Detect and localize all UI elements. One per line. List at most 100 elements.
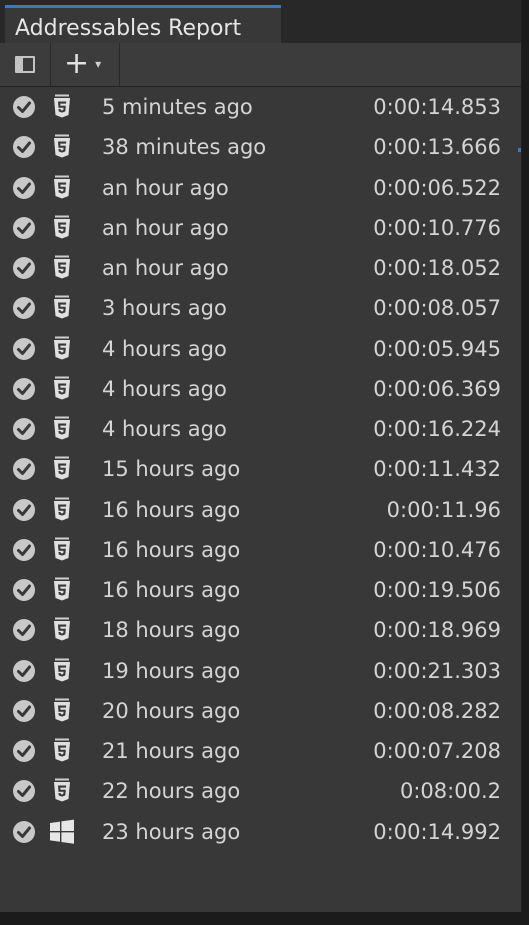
report-time-ago: 16 hours ago [102, 497, 241, 522]
report-time-ago: 4 hours ago [102, 376, 227, 401]
html5-icon [48, 335, 76, 363]
checkmark-circle-icon [12, 538, 36, 562]
report-row[interactable]: 5 minutes ago 0:00:14.853 [0, 87, 521, 127]
checkmark-circle-icon [12, 176, 36, 200]
checkmark-circle-icon [12, 578, 36, 602]
report-time-ago: 21 hours ago [102, 739, 241, 764]
html5-icon [48, 455, 76, 483]
report-time-ago: an hour ago [102, 175, 229, 200]
html5-icon [48, 697, 76, 725]
report-time-ago: 38 minutes ago [102, 135, 267, 160]
report-duration: 0:00:08.282 [373, 698, 501, 723]
report-duration: 0:00:13.666 [373, 135, 501, 160]
html5-icon [48, 254, 76, 282]
html5-icon [48, 737, 76, 765]
checkmark-circle-icon [12, 659, 36, 683]
report-duration: 0:00:10.476 [373, 537, 501, 562]
checkmark-circle-icon [12, 739, 36, 763]
report-row[interactable]: 16 hours ago 0:00:19.506 [0, 570, 521, 610]
report-row[interactable]: an hour ago 0:00:06.522 [0, 168, 521, 208]
report-row[interactable]: 23 hours ago 0:00:14.992 [0, 812, 521, 852]
report-row[interactable]: 4 hours ago 0:00:16.224 [0, 409, 521, 449]
sidebar-panel-icon [15, 55, 35, 73]
checkmark-circle-icon [12, 417, 36, 441]
report-row[interactable]: 15 hours ago 0:00:11.432 [0, 449, 521, 489]
report-duration: 0:00:11.96 [386, 497, 501, 522]
checkmark-circle-icon [12, 699, 36, 723]
report-time-ago: an hour ago [102, 256, 229, 281]
tab-addressables-report[interactable]: Addressables Report [5, 5, 281, 43]
addressables-report-window: Addressables Report + ▾ 5 minutes ago 0:0… [0, 0, 522, 912]
toolbar-divider [119, 43, 120, 86]
checkmark-circle-icon [12, 618, 36, 642]
report-row[interactable]: 20 hours ago 0:00:08.282 [0, 691, 521, 731]
checkmark-circle-icon [12, 337, 36, 361]
toolbar: + ▾ [0, 43, 521, 87]
window-title: Addressables Report [15, 16, 242, 41]
report-row[interactable]: 21 hours ago 0:00:07.208 [0, 731, 521, 771]
checkmark-circle-icon [12, 256, 36, 280]
report-duration: 0:00:18.969 [373, 618, 501, 643]
report-duration: 0:00:19.506 [373, 578, 501, 603]
report-row[interactable]: 16 hours ago 0:00:10.476 [0, 530, 521, 570]
report-row[interactable]: an hour ago 0:00:18.052 [0, 248, 521, 288]
html5-icon [48, 415, 76, 443]
report-duration: 0:00:16.224 [373, 417, 501, 442]
report-time-ago: 16 hours ago [102, 578, 241, 603]
html5-icon [48, 576, 76, 604]
report-row[interactable]: an hour ago 0:00:10.776 [0, 208, 521, 248]
checkmark-circle-icon [12, 498, 36, 522]
report-time-ago: 4 hours ago [102, 417, 227, 442]
checkmark-circle-icon [12, 135, 36, 159]
report-row[interactable]: 4 hours ago 0:00:05.945 [0, 329, 521, 369]
windows-icon [48, 818, 76, 846]
report-time-ago: 4 hours ago [102, 336, 227, 361]
checkmark-circle-icon [12, 95, 36, 119]
html5-icon [48, 93, 76, 121]
report-duration: 0:00:21.303 [373, 658, 501, 683]
html5-icon [48, 536, 76, 564]
report-duration: 0:00:18.052 [373, 256, 501, 281]
add-report-dropdown-button[interactable]: + ▾ [56, 49, 114, 79]
report-time-ago: 19 hours ago [102, 658, 241, 683]
checkmark-circle-icon [12, 779, 36, 803]
report-row[interactable]: 4 hours ago 0:00:06.369 [0, 369, 521, 409]
checkmark-circle-icon [12, 820, 36, 844]
report-row[interactable]: 16 hours ago 0:00:11.96 [0, 490, 521, 530]
checkmark-circle-icon [12, 377, 36, 401]
report-time-ago: 18 hours ago [102, 618, 241, 643]
checkmark-circle-icon [12, 457, 36, 481]
report-duration: 0:00:06.522 [373, 175, 501, 200]
report-duration: 0:00:14.992 [373, 819, 501, 844]
report-duration: 0:00:05.945 [373, 336, 501, 361]
html5-icon [48, 214, 76, 242]
report-time-ago: 16 hours ago [102, 537, 241, 562]
report-duration: 0:08:00.2 [400, 779, 501, 804]
html5-icon [48, 174, 76, 202]
html5-icon [48, 777, 76, 805]
report-row[interactable]: 18 hours ago 0:00:18.969 [0, 610, 521, 650]
report-duration: 0:00:08.057 [373, 296, 501, 321]
report-row[interactable]: 19 hours ago 0:00:21.303 [0, 651, 521, 691]
tab-bar: Addressables Report [0, 0, 521, 43]
html5-icon [48, 616, 76, 644]
plus-icon: + [64, 46, 90, 81]
html5-icon [48, 375, 76, 403]
toolbar-divider [50, 43, 51, 86]
html5-icon [48, 657, 76, 685]
html5-icon [48, 294, 76, 322]
report-row[interactable]: 38 minutes ago 0:00:13.666 [0, 127, 521, 167]
report-row[interactable]: 3 hours ago 0:00:08.057 [0, 288, 521, 328]
report-duration: 0:00:06.369 [373, 376, 501, 401]
report-time-ago: an hour ago [102, 215, 229, 240]
report-duration: 0:00:14.853 [373, 95, 501, 120]
report-row[interactable]: 22 hours ago 0:08:00.2 [0, 771, 521, 811]
report-time-ago: 15 hours ago [102, 457, 241, 482]
scroll-indicator [518, 148, 521, 152]
html5-icon [48, 496, 76, 524]
report-list: 5 minutes ago 0:00:14.853 38 minutes ago 0:… [0, 87, 521, 852]
report-time-ago: 5 minutes ago [102, 95, 253, 120]
sidebar-toggle-button[interactable] [8, 51, 42, 77]
report-duration: 0:00:07.208 [373, 739, 501, 764]
report-time-ago: 20 hours ago [102, 698, 241, 723]
